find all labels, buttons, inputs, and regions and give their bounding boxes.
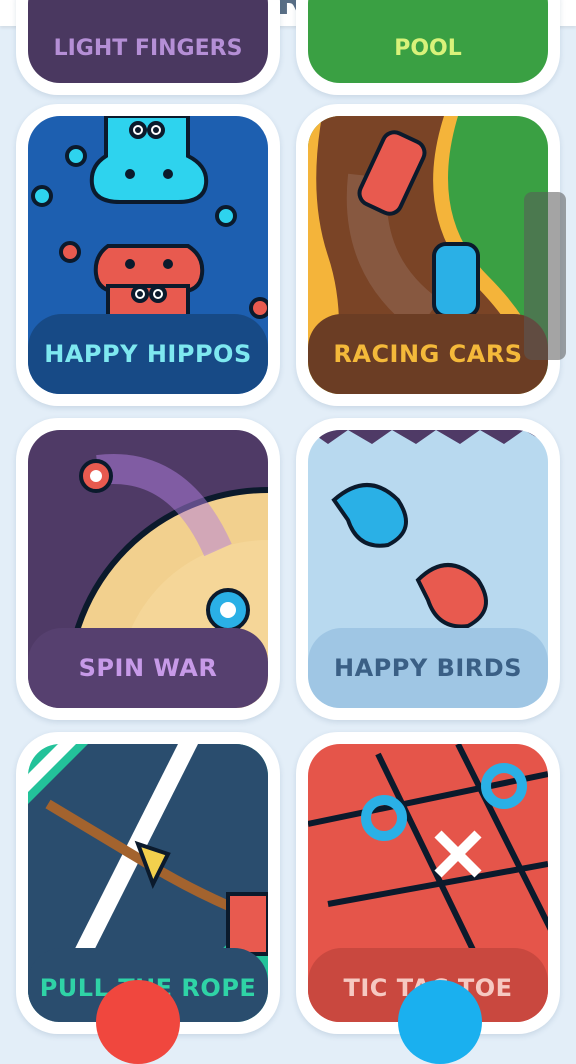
spin-war-artwork: SPIN WAR <box>28 430 268 708</box>
game-card-racing-cars[interactable]: RACING CARS <box>296 104 560 406</box>
game-card-pool[interactable]: POOL <box>296 0 560 95</box>
happy-hippos-artwork: HAPPY HIPPOS <box>28 116 268 394</box>
game-label-racing-cars: RACING CARS <box>308 314 548 394</box>
happy-birds-artwork: HAPPY BIRDS <box>308 430 548 708</box>
tic-tac-toe-artwork: TIC TAC TOE <box>308 744 548 1022</box>
game-card-happy-hippos[interactable]: HAPPY HIPPOS <box>16 104 280 406</box>
game-label-pool: POOL <box>394 35 462 61</box>
game-card-light-fingers[interactable]: LIGHT FINGERS <box>16 0 280 95</box>
scrollbar[interactable] <box>524 192 566 360</box>
game-card-spin-war[interactable]: SPIN WAR <box>16 418 280 720</box>
game-label-happy-birds: HAPPY BIRDS <box>308 628 548 708</box>
racing-cars-artwork: RACING CARS <box>308 116 548 394</box>
blue-fab[interactable] <box>398 980 482 1064</box>
red-fab[interactable] <box>96 980 180 1064</box>
game-card-happy-birds[interactable]: HAPPY BIRDS <box>296 418 560 720</box>
game-label-light-fingers: LIGHT FINGERS <box>53 35 243 61</box>
game-label-happy-hippos: HAPPY HIPPOS <box>28 314 268 394</box>
game-label-spin-war: SPIN WAR <box>28 628 268 708</box>
